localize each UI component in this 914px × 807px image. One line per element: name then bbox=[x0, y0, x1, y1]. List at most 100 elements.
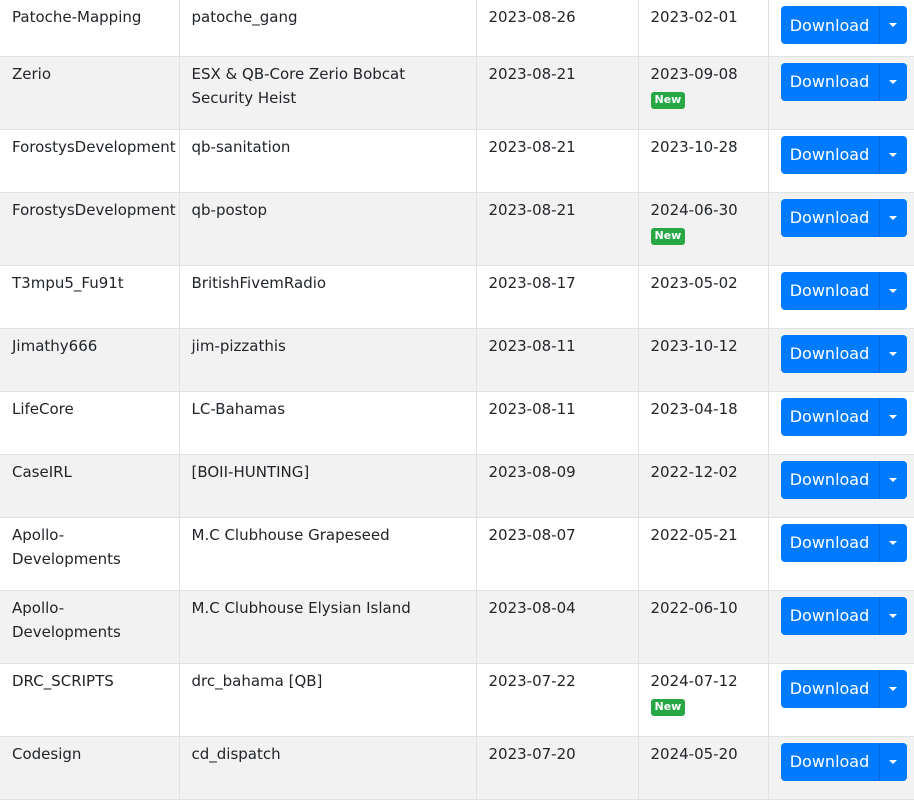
released-date: 2024-06-30 bbox=[650, 200, 738, 219]
author-name: DRC_SCRIPTS bbox=[12, 671, 114, 690]
resource-name: qb-postop bbox=[191, 200, 268, 219]
download-dropdown-toggle[interactable] bbox=[878, 271, 907, 310]
resource-name-cell: [BOII-HUNTING] bbox=[178, 453, 476, 517]
download-button[interactable]: Download bbox=[780, 62, 879, 101]
resource-name-cell: drc_bahama [QB] bbox=[178, 662, 476, 736]
caret-down-icon bbox=[889, 351, 897, 356]
released-date-cell: 2023-04-18 bbox=[637, 390, 768, 454]
author-name: Codesign bbox=[12, 744, 82, 763]
new-badge: New bbox=[650, 698, 686, 716]
download-button[interactable]: Download bbox=[780, 596, 879, 635]
caret-down-icon bbox=[889, 23, 897, 27]
caret-down-icon bbox=[889, 613, 897, 618]
released-date-cell: 2023-05-02 bbox=[637, 264, 768, 328]
new-badge: New bbox=[650, 227, 686, 245]
download-dropdown-toggle[interactable] bbox=[878, 397, 907, 436]
resources-table: Patoche-Mapping patoche_gang 2023-08-26 … bbox=[0, 0, 914, 800]
released-date: 2023-02-01 bbox=[650, 8, 738, 26]
download-button[interactable]: Download bbox=[780, 460, 879, 499]
download-dropdown-toggle[interactable] bbox=[878, 6, 907, 44]
author-cell: Apollo-Developments bbox=[0, 516, 179, 590]
table-row: Patoche-Mapping patoche_gang 2023-08-26 … bbox=[0, 0, 914, 56]
updated-date-cell: 2023-08-09 bbox=[475, 453, 638, 517]
resource-name: qb-sanitation bbox=[191, 137, 291, 156]
released-date-cell: 2022-12-02 bbox=[637, 453, 768, 517]
released-date: 2023-04-18 bbox=[650, 399, 738, 418]
released-date-cell: 2023-10-12 bbox=[637, 327, 768, 391]
updated-date-cell: 2023-08-21 bbox=[475, 191, 638, 265]
resource-name-cell: M.C Clubhouse Grapeseed bbox=[178, 516, 476, 590]
author-name: ForostysDevelopment bbox=[12, 137, 176, 156]
download-button-group: Download bbox=[780, 460, 907, 499]
updated-date: 2023-07-20 bbox=[488, 744, 576, 763]
download-button-group: Download bbox=[780, 742, 907, 781]
updated-date-cell: 2023-08-21 bbox=[475, 55, 638, 129]
updated-date-cell: 2023-08-11 bbox=[475, 390, 638, 454]
released-date: 2023-05-02 bbox=[650, 273, 738, 292]
download-dropdown-toggle[interactable] bbox=[878, 596, 907, 635]
action-cell: Download bbox=[767, 0, 914, 56]
author-cell: Patoche-Mapping bbox=[0, 0, 179, 56]
updated-date-cell: 2023-08-26 bbox=[475, 0, 638, 56]
download-dropdown-toggle[interactable] bbox=[878, 460, 907, 499]
download-button[interactable]: Download bbox=[780, 334, 879, 373]
table-row: T3mpu5_Fu91t BritishFivemRadio 2023-08-1… bbox=[0, 264, 914, 328]
download-button[interactable]: Download bbox=[780, 271, 879, 310]
action-cell: Download bbox=[767, 516, 914, 590]
action-cell: Download bbox=[767, 453, 914, 517]
download-button[interactable]: Download bbox=[780, 742, 879, 781]
author-cell: Zerio bbox=[0, 55, 179, 129]
author-name: ForostysDevelopment bbox=[12, 200, 176, 219]
released-date-cell: 2023-02-01 bbox=[637, 0, 768, 56]
resource-name-cell: M.C Clubhouse Elysian Island bbox=[178, 589, 476, 663]
download-button[interactable]: Download bbox=[780, 198, 879, 237]
download-dropdown-toggle[interactable] bbox=[878, 198, 907, 237]
table-row: ForostysDevelopment qb-postop 2023-08-21… bbox=[0, 191, 914, 265]
action-cell: Download bbox=[767, 55, 914, 129]
resource-name: M.C Clubhouse Elysian Island bbox=[191, 598, 411, 617]
download-dropdown-toggle[interactable] bbox=[878, 523, 907, 562]
released-date-cell: 2024-07-12 New bbox=[637, 662, 768, 736]
download-dropdown-toggle[interactable] bbox=[878, 135, 907, 174]
download-button[interactable]: Download bbox=[780, 135, 879, 174]
caret-down-icon bbox=[889, 477, 897, 482]
resources-table-body: Patoche-Mapping patoche_gang 2023-08-26 … bbox=[0, 0, 914, 800]
caret-down-icon bbox=[889, 414, 897, 419]
download-button[interactable]: Download bbox=[780, 6, 879, 44]
resource-name: [BOII-HUNTING] bbox=[191, 462, 310, 481]
author-cell: ForostysDevelopment bbox=[0, 128, 179, 192]
author-name: CaseIRL bbox=[12, 462, 72, 481]
updated-date: 2023-07-22 bbox=[488, 671, 576, 690]
action-cell: Download bbox=[767, 735, 914, 800]
resource-name-cell: jim-pizzathis bbox=[178, 327, 476, 391]
download-button[interactable]: Download bbox=[780, 669, 879, 708]
author-cell: Jimathy666 bbox=[0, 327, 179, 391]
download-button-group: Download bbox=[780, 596, 907, 635]
updated-date: 2023-08-17 bbox=[488, 273, 576, 292]
download-button-group: Download bbox=[780, 669, 907, 708]
resource-name: ESX & QB-Core Zerio Bobcat Security Heis… bbox=[191, 64, 406, 107]
download-dropdown-toggle[interactable] bbox=[878, 334, 907, 373]
table-row: Jimathy666 jim-pizzathis 2023-08-11 2023… bbox=[0, 327, 914, 391]
table-row: Zerio ESX & QB-Core Zerio Bobcat Securit… bbox=[0, 55, 914, 129]
updated-date: 2023-08-11 bbox=[488, 399, 576, 418]
caret-down-icon bbox=[889, 686, 897, 691]
download-button-group: Download bbox=[780, 198, 907, 237]
updated-date-cell: 2023-08-07 bbox=[475, 516, 638, 590]
resource-name: jim-pizzathis bbox=[191, 336, 286, 355]
download-dropdown-toggle[interactable] bbox=[878, 669, 907, 708]
action-cell: Download bbox=[767, 662, 914, 736]
updated-date: 2023-08-21 bbox=[488, 137, 576, 156]
updated-date: 2023-08-21 bbox=[488, 200, 576, 219]
caret-down-icon bbox=[889, 540, 897, 545]
download-button[interactable]: Download bbox=[780, 397, 879, 436]
resource-name-cell: LC-Bahamas bbox=[178, 390, 476, 454]
updated-date: 2023-08-09 bbox=[488, 462, 576, 481]
author-name: Apollo-Developments bbox=[12, 525, 121, 568]
resource-name-cell: BritishFivemRadio bbox=[178, 264, 476, 328]
download-button[interactable]: Download bbox=[780, 523, 879, 562]
download-button-group: Download bbox=[780, 334, 907, 373]
download-dropdown-toggle[interactable] bbox=[878, 742, 907, 781]
resource-name-cell: cd_dispatch bbox=[178, 735, 476, 800]
download-dropdown-toggle[interactable] bbox=[878, 62, 907, 101]
